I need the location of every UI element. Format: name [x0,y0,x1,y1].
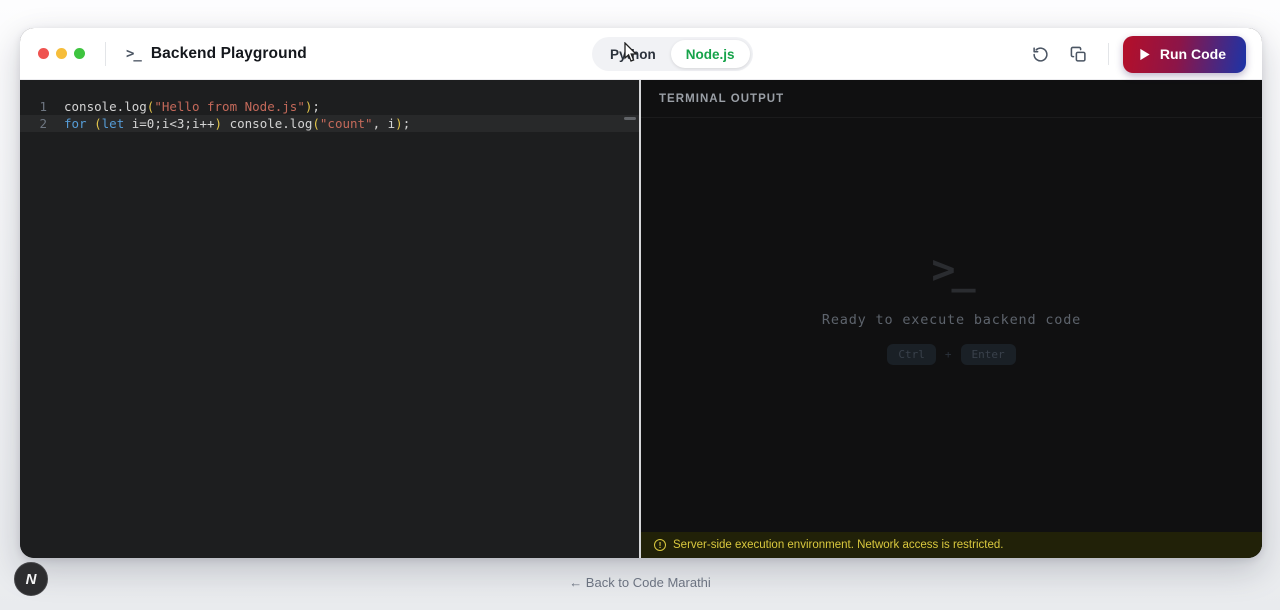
code-line[interactable]: 1console.log("Hello from Node.js"); [20,98,639,115]
shortcut-hint: Ctrl + Enter [887,344,1015,365]
language-tab-group: Python Node.js [592,37,753,71]
traffic-lights[interactable] [38,48,85,59]
traffic-light-dot[interactable] [74,48,85,59]
window-header: >_ Backend Playground Python Node.js [20,28,1262,80]
terminal-placeholder-area: >_ Ready to execute backend code Ctrl + … [641,118,1262,532]
back-to-code-marathi-link[interactable]: ← Back to Code Marathi [0,575,1280,590]
header-actions: Run Code [1026,28,1246,80]
code-line-text: console.log("Hello from Node.js"); [64,98,320,115]
page-title: Backend Playground [151,45,307,63]
code-line-text: for (let i=0;i<3;i++) console.log("count… [64,115,410,132]
terminal-panel: TERMINAL OUTPUT >_ Ready to execute back… [641,80,1262,558]
restriction-warning-text: Server-side execution environment. Netwo… [673,539,1003,551]
reset-icon[interactable] [1026,39,1056,69]
play-icon [1139,48,1151,61]
kbd-separator: + [945,348,952,361]
copy-icon[interactable] [1064,39,1094,69]
info-icon: ! [654,539,666,551]
kbd-enter: Enter [961,344,1016,365]
tab-nodejs[interactable]: Node.js [671,40,750,68]
tab-python[interactable]: Python [595,40,671,68]
run-code-label: Run Code [1160,46,1226,62]
actions-divider [1108,43,1109,65]
line-number: 2 [20,115,64,132]
line-number: 1 [20,98,64,115]
code-editor[interactable]: 1console.log("Hello from Node.js");2for … [20,80,639,558]
code-lines: 1console.log("Hello from Node.js");2for … [20,98,639,132]
playground-window: >_ Backend Playground Python Node.js [20,28,1262,558]
header-divider [105,42,106,66]
code-line[interactable]: 2for (let i=0;i<3;i++) console.log("coun… [20,115,639,132]
workspace: 1console.log("Hello from Node.js");2for … [20,80,1262,558]
editor-scrollbar-thumb[interactable] [624,117,636,120]
terminal-prompt-large-icon: >_ [931,250,971,290]
traffic-light-dot[interactable] [56,48,67,59]
terminal-output-header: TERMINAL OUTPUT [641,80,1262,118]
restriction-warning-bar: ! Server-side execution environment. Net… [641,532,1262,558]
terminal-ready-message: Ready to execute backend code [822,312,1081,328]
terminal-prompt-icon: >_ [126,46,141,62]
run-code-button[interactable]: Run Code [1123,36,1246,73]
traffic-light-dot[interactable] [38,48,49,59]
kbd-ctrl: Ctrl [887,344,936,365]
